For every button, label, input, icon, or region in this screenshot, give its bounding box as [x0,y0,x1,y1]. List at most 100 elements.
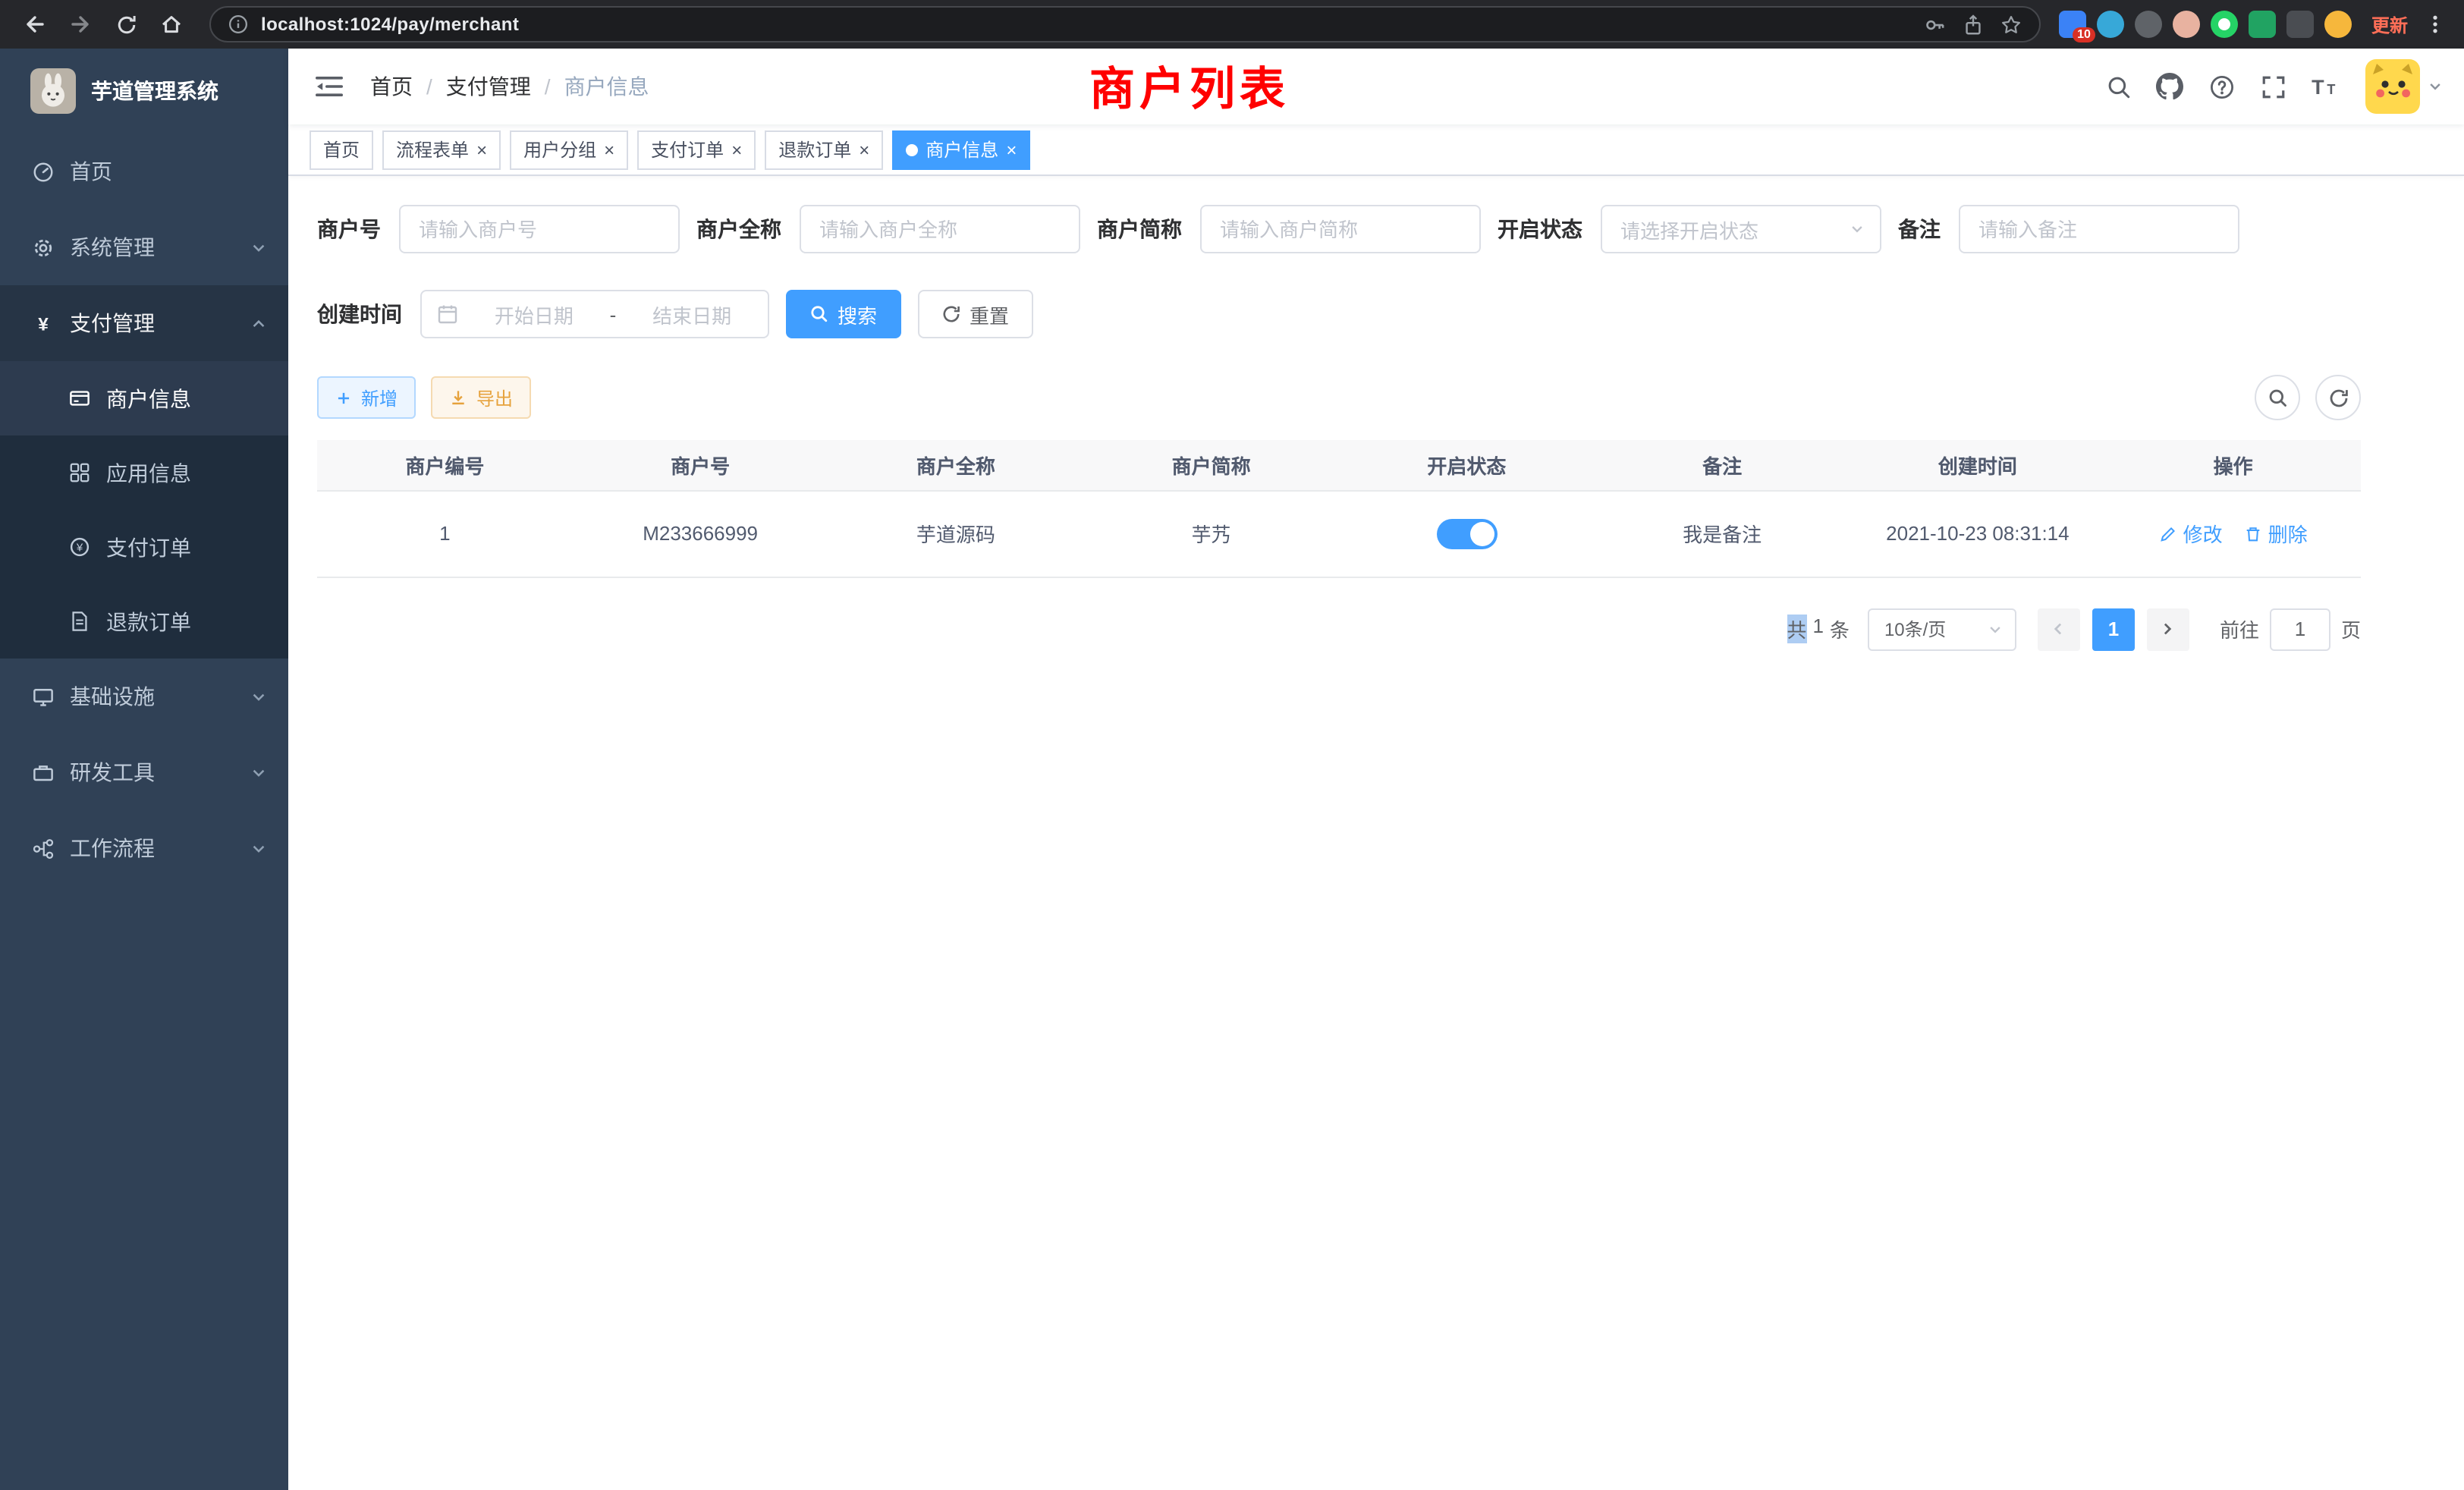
extension-icon[interactable] [2135,11,2162,38]
pagination-total: 共 1 条 [1787,615,1850,643]
sidebar-item-home[interactable]: 首页 [0,134,288,209]
user-avatar [2365,59,2420,114]
col-header: 商户简称 [1083,440,1339,490]
extension-icon[interactable] [2286,11,2314,38]
edit-link[interactable]: 修改 [2159,519,2223,548]
breadcrumb-current: 商户信息 [564,71,649,102]
search-button[interactable]: 搜索 [786,290,901,338]
start-date-placeholder[interactable]: 开始日期 [473,300,595,328]
sidebar-item-app-info[interactable]: 应用信息 [0,435,288,510]
reset-button-label: 重置 [970,300,1009,328]
page-content: 商户号 商户全称 商户简称 开启状态 请选择开启状态 [288,176,2464,1490]
sidebar-item-workflow[interactable]: 工作流程 [0,810,288,886]
status-select-placeholder: 请选择开启状态 [1620,215,1758,244]
app-logo[interactable]: 芋道管理系统 [0,49,288,134]
close-icon[interactable]: × [476,140,487,159]
extension-icon[interactable] [2249,11,2276,38]
delete-link[interactable]: 删除 [2244,519,2308,548]
coin-icon: ¥ [67,536,91,558]
col-header: 创建时间 [1850,440,2106,490]
extension-icon[interactable] [2324,11,2352,38]
user-menu[interactable] [2365,59,2443,114]
sidebar-item-infrastructure[interactable]: 基础设施 [0,659,288,734]
breadcrumb-home[interactable]: 首页 [370,71,413,102]
col-header: 备注 [1595,440,1850,490]
sidebar-item-pay-order[interactable]: ¥ 支付订单 [0,510,288,584]
sidebar-item-refund-order[interactable]: 退款订单 [0,584,288,659]
tab-home[interactable]: 首页 [310,130,373,169]
font-size-icon[interactable]: TT [2308,70,2341,103]
merchant-short-name-label: 商户简称 [1097,214,1182,244]
create-time-range-picker[interactable]: 开始日期 - 结束日期 [420,290,769,338]
add-button[interactable]: 新增 [317,376,416,419]
browser-menu-icon[interactable] [2422,12,2449,36]
browser-forward-button[interactable] [61,5,100,44]
tab-label: 首页 [323,137,360,162]
close-icon[interactable]: × [604,140,614,159]
hamburger-icon[interactable] [310,67,349,106]
next-page-button[interactable] [2147,608,2189,650]
close-icon[interactable]: × [731,140,742,159]
workflow-icon [30,837,55,860]
active-dot [906,143,918,156]
browser-refresh-button[interactable] [106,5,146,44]
sidebar-item-payment[interactable]: ¥ 支付管理 [0,285,288,361]
tab-refund-order[interactable]: 退款订单 × [765,130,883,169]
address-bar[interactable]: localhost:1024/pay/merchant [209,6,2041,42]
remark-input[interactable] [1959,205,2239,253]
site-info-icon[interactable] [228,14,249,35]
merchant-name-input[interactable] [800,205,1080,253]
page-number-button[interactable]: 1 [2092,608,2135,650]
sidebar-item-label: 系统管理 [70,232,155,262]
total-prefix: 共 [1787,615,1806,643]
tab-user-group[interactable]: 用户分组 × [510,130,628,169]
browser-toolbar: localhost:1024/pay/merchant 10 [0,0,2464,49]
tab-pay-order[interactable]: 支付订单 × [637,130,756,169]
extension-icon[interactable] [2097,11,2124,38]
browser-back-button[interactable] [15,5,55,44]
sidebar-item-merchant-info[interactable]: 商户信息 [0,361,288,435]
toggle-search-button[interactable] [2255,375,2300,420]
sidebar-item-dev-tools[interactable]: 研发工具 [0,734,288,810]
chevron-down-icon [250,688,267,705]
extension-icon[interactable] [2211,11,2238,38]
goto-page-input[interactable] [2270,608,2330,650]
github-icon[interactable] [2153,70,2186,103]
goto-suffix: 页 [2341,615,2361,643]
breadcrumb-separator: / [426,74,432,99]
sidebar-item-label: 支付订单 [106,532,191,562]
bookmark-star-icon[interactable] [2000,13,2022,36]
fullscreen-icon[interactable] [2256,70,2290,103]
close-icon[interactable]: × [859,140,869,159]
password-key-icon[interactable] [1924,13,1947,36]
merchant-no-input[interactable] [399,205,680,253]
merchant-short-name-input[interactable] [1200,205,1481,253]
svg-text:¥: ¥ [37,313,48,334]
breadcrumb-payment[interactable]: 支付管理 [446,71,531,102]
reset-button[interactable]: 重置 [918,290,1033,338]
extension-icon[interactable]: 10 [2059,11,2086,38]
share-icon[interactable] [1962,13,1985,36]
card-icon [67,387,91,410]
close-icon[interactable]: × [1006,140,1017,159]
browser-home-button[interactable] [152,5,191,44]
total-suffix: 条 [1830,615,1850,643]
export-button[interactable]: 导出 [431,376,531,419]
cell-merchant-no: M233666999 [573,490,828,577]
status-toggle[interactable] [1436,518,1497,549]
help-icon[interactable] [2205,70,2238,103]
status-select[interactable]: 请选择开启状态 [1601,205,1881,253]
page-size-select[interactable]: 10条/页 [1868,608,2016,650]
tab-process-form[interactable]: 流程表单 × [382,130,501,169]
prev-page-button[interactable] [2038,608,2080,650]
end-date-placeholder[interactable]: 结束日期 [631,300,753,328]
extension-icon[interactable] [2173,11,2200,38]
header-search-icon[interactable] [2101,70,2135,103]
tab-merchant-info[interactable]: 商户信息 × [892,130,1030,169]
sidebar-item-system[interactable]: 系统管理 [0,209,288,285]
chevron-down-icon [250,764,267,781]
refresh-table-button[interactable] [2315,375,2361,420]
merchant-name-label: 商户全称 [696,214,781,244]
browser-update-button[interactable]: 更新 [2371,11,2408,37]
pagination: 共 1 条 10条/页 1 [317,608,2361,650]
